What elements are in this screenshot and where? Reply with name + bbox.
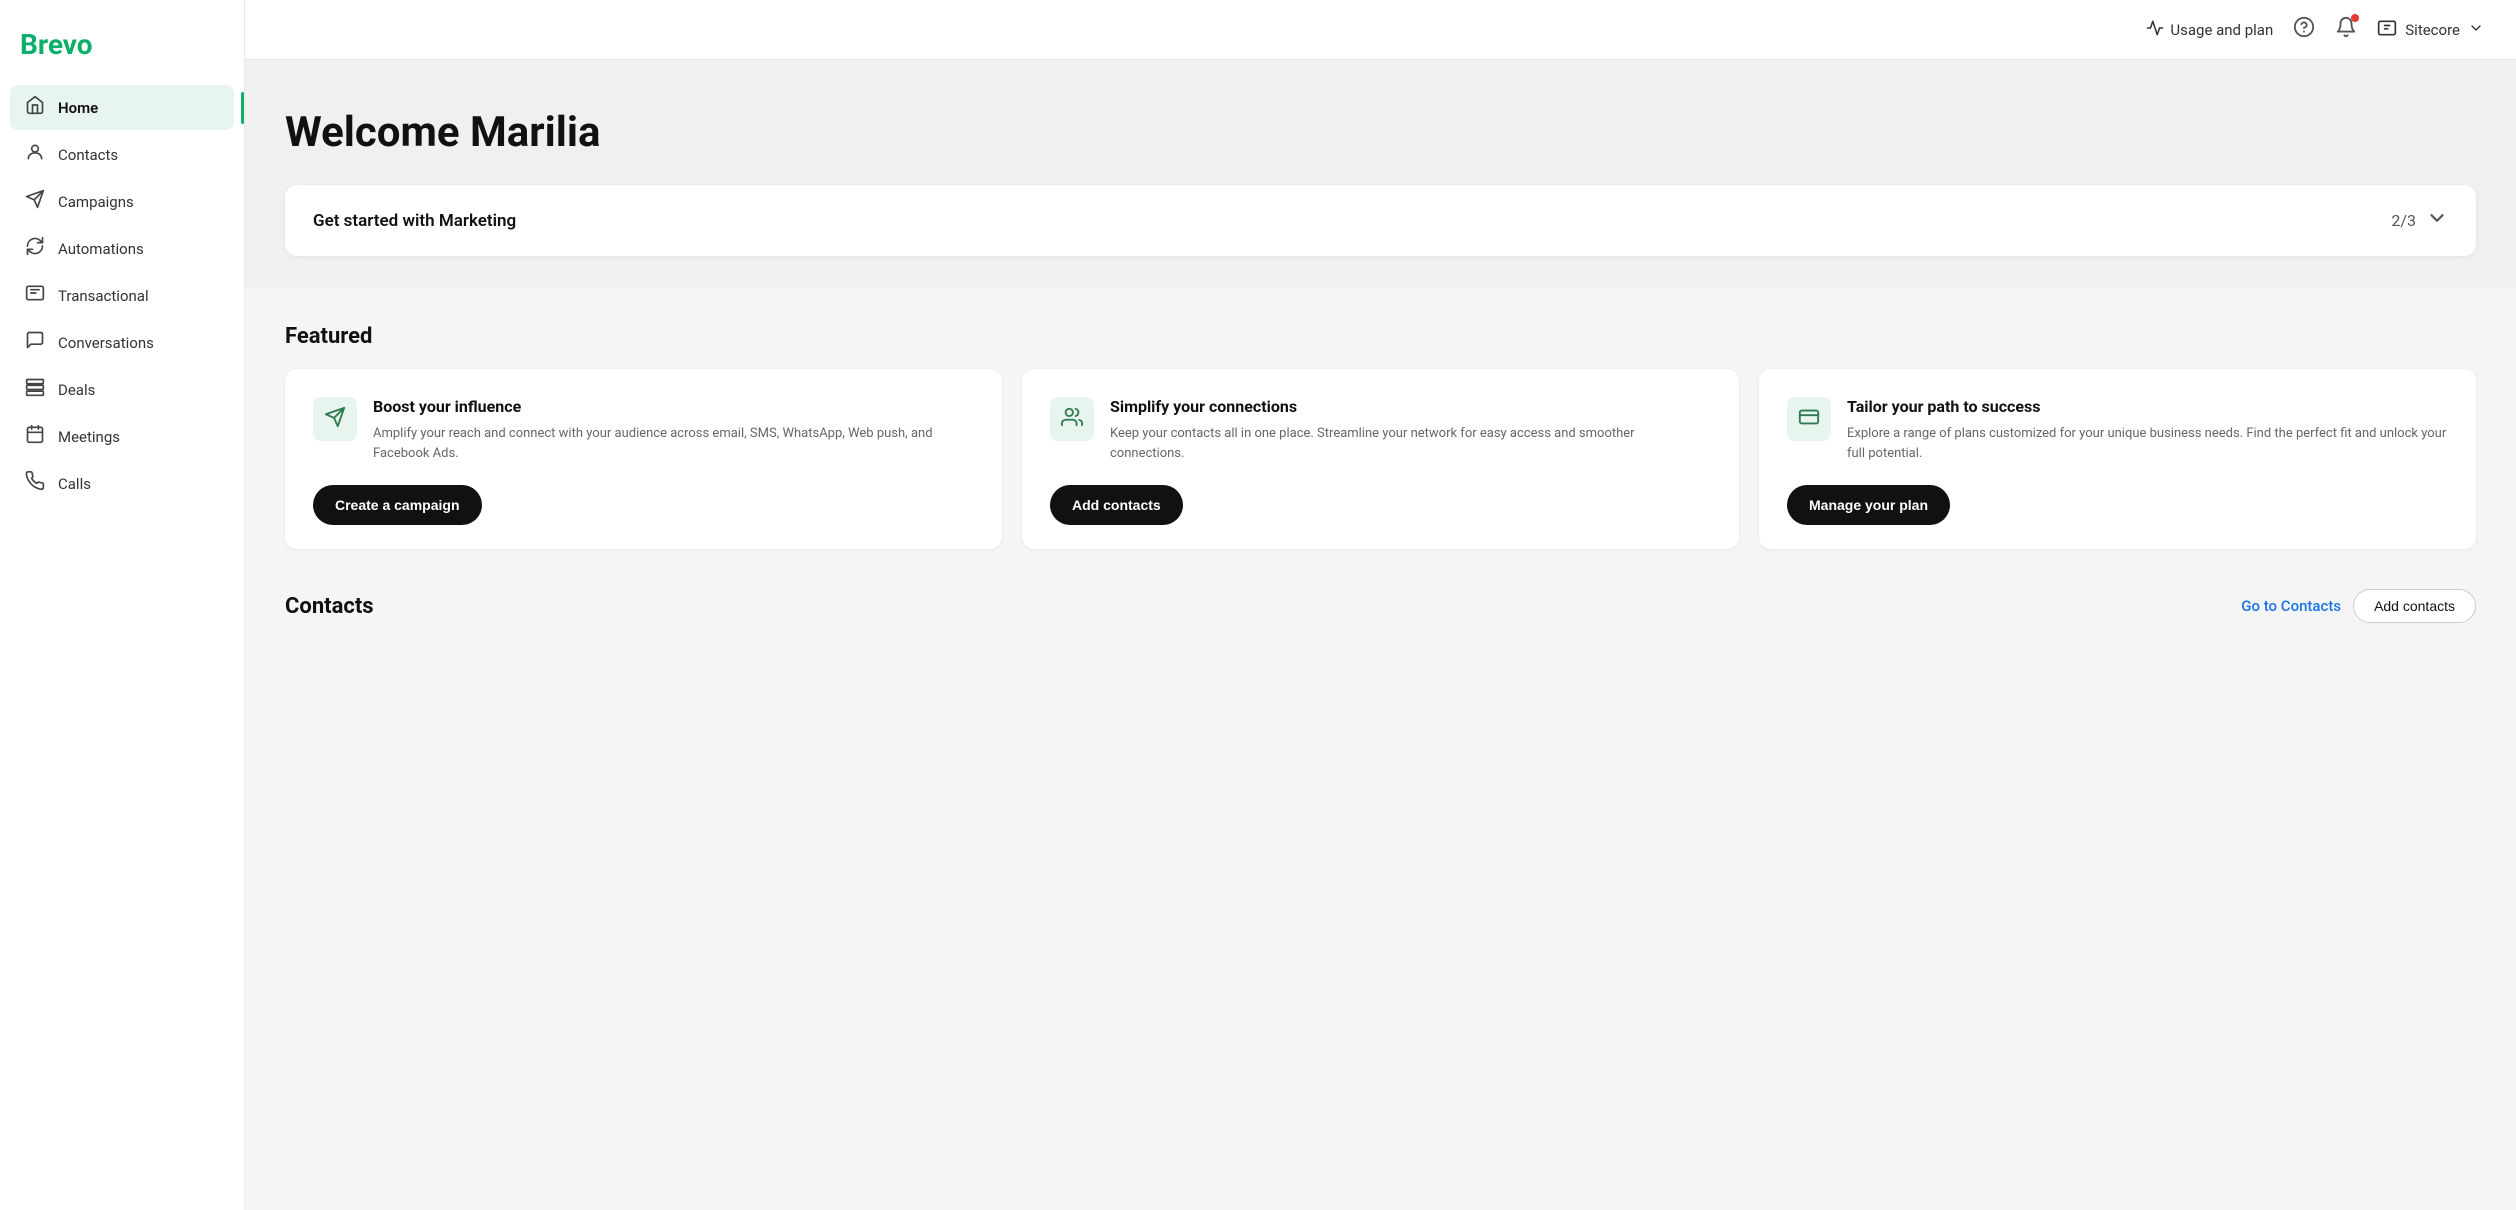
get-started-card[interactable]: Get started with Marketing 2/3 — [285, 185, 2476, 256]
featured-section: Featured Boost your influence Amplify yo… — [245, 288, 2516, 675]
notifications-bell[interactable] — [2335, 16, 2357, 43]
sidebar-item-deals-label: Deals — [58, 381, 95, 399]
boost-icon — [324, 406, 346, 433]
tailor-icon — [1798, 406, 1820, 433]
account-menu[interactable]: Sitecore — [2377, 18, 2484, 42]
meetings-icon — [24, 424, 46, 449]
tailor-title: Tailor your path to success — [1847, 397, 2448, 416]
featured-title: Featured — [285, 324, 2476, 349]
tailor-icon-wrap — [1787, 397, 1831, 441]
add-contacts-section-button[interactable]: Add contacts — [2353, 589, 2476, 623]
automations-icon — [24, 236, 46, 261]
top-header: Usage and plan Sitecore — [245, 0, 2516, 60]
boost-icon-wrap — [313, 397, 357, 441]
notification-dot — [2351, 14, 2359, 22]
create-campaign-button[interactable]: Create a campaign — [313, 485, 482, 525]
sidebar-item-transactional-label: Transactional — [58, 287, 149, 305]
sidebar-item-campaigns[interactable]: Campaigns — [10, 179, 234, 224]
usage-icon — [2146, 19, 2164, 41]
simplify-icon — [1061, 406, 1083, 433]
sidebar-item-conversations[interactable]: Conversations — [10, 320, 234, 365]
account-chevron-icon — [2468, 20, 2484, 40]
sidebar-item-home[interactable]: Home — [10, 85, 234, 130]
boost-body: Boost your influence Amplify your reach … — [373, 397, 974, 463]
contacts-actions: Go to Contacts Add contacts — [2241, 589, 2476, 623]
feature-card-simplify: Simplify your connections Keep your cont… — [1022, 369, 1739, 549]
account-icon — [2377, 18, 2397, 42]
sidebar-item-conversations-label: Conversations — [58, 334, 154, 352]
manage-plan-button[interactable]: Manage your plan — [1787, 485, 1950, 525]
welcome-banner: Welcome Marilia Get started with Marketi… — [245, 60, 2516, 288]
go-to-contacts-link[interactable]: Go to Contacts — [2241, 597, 2341, 615]
tailor-desc: Explore a range of plans customized for … — [1847, 424, 2448, 463]
contacts-section-title: Contacts — [285, 594, 374, 619]
logo: Brevo — [0, 20, 244, 85]
main-content: Welcome Marilia Get started with Marketi… — [245, 60, 2516, 1210]
sidebar-item-campaigns-label: Campaigns — [58, 193, 134, 211]
sidebar-nav: Home Contacts Campaigns Automations Tran — [0, 85, 244, 506]
sidebar-item-automations[interactable]: Automations — [10, 226, 234, 271]
transactional-icon — [24, 283, 46, 308]
welcome-title: Welcome Marilia — [285, 108, 2476, 157]
sidebar-item-contacts-label: Contacts — [58, 146, 118, 164]
simplify-title: Simplify your connections — [1110, 397, 1711, 416]
boost-desc: Amplify your reach and connect with your… — [373, 424, 974, 463]
conversations-icon — [24, 330, 46, 355]
campaigns-icon — [24, 189, 46, 214]
logo-text: Brevo — [20, 28, 93, 61]
boost-title: Boost your influence — [373, 397, 974, 416]
sidebar-item-calls-label: Calls — [58, 475, 91, 493]
home-icon — [24, 95, 46, 120]
feature-card-simplify-header: Simplify your connections Keep your cont… — [1050, 397, 1711, 463]
contacts-icon — [24, 142, 46, 167]
simplify-body: Simplify your connections Keep your cont… — [1110, 397, 1711, 463]
deals-icon — [24, 377, 46, 402]
add-contacts-button[interactable]: Add contacts — [1050, 485, 1183, 525]
get-started-label: Get started with Marketing — [313, 211, 516, 231]
sidebar-item-home-label: Home — [58, 99, 98, 117]
usage-and-plan-button[interactable]: Usage and plan — [2146, 19, 2273, 41]
contacts-section-header: Contacts Go to Contacts Add contacts — [285, 589, 2476, 623]
feature-card-tailor-header: Tailor your path to success Explore a ra… — [1787, 397, 2448, 463]
tailor-body: Tailor your path to success Explore a ra… — [1847, 397, 2448, 463]
usage-label: Usage and plan — [2170, 21, 2273, 39]
sidebar-item-meetings[interactable]: Meetings — [10, 414, 234, 459]
simplify-icon-wrap — [1050, 397, 1094, 441]
get-started-progress: 2/3 — [2391, 207, 2448, 234]
calls-icon — [24, 471, 46, 496]
sidebar-item-deals[interactable]: Deals — [10, 367, 234, 412]
help-icon-button[interactable] — [2293, 16, 2315, 43]
sidebar-item-transactional[interactable]: Transactional — [10, 273, 234, 318]
account-name: Sitecore — [2405, 21, 2460, 39]
get-started-chevron-icon — [2426, 207, 2448, 234]
feature-card-boost-header: Boost your influence Amplify your reach … — [313, 397, 974, 463]
featured-cards-grid: Boost your influence Amplify your reach … — [285, 369, 2476, 549]
feature-card-tailor: Tailor your path to success Explore a ra… — [1759, 369, 2476, 549]
main-area: Usage and plan Sitecore Welcome Marilia … — [245, 0, 2516, 1210]
progress-text: 2/3 — [2391, 211, 2416, 230]
feature-card-boost: Boost your influence Amplify your reach … — [285, 369, 1002, 549]
sidebar: Brevo Home Contacts Campaigns Automatio — [0, 0, 245, 1210]
sidebar-item-meetings-label: Meetings — [58, 428, 120, 446]
sidebar-item-contacts[interactable]: Contacts — [10, 132, 234, 177]
sidebar-item-automations-label: Automations — [58, 240, 144, 258]
simplify-desc: Keep your contacts all in one place. Str… — [1110, 424, 1711, 463]
sidebar-item-calls[interactable]: Calls — [10, 461, 234, 506]
